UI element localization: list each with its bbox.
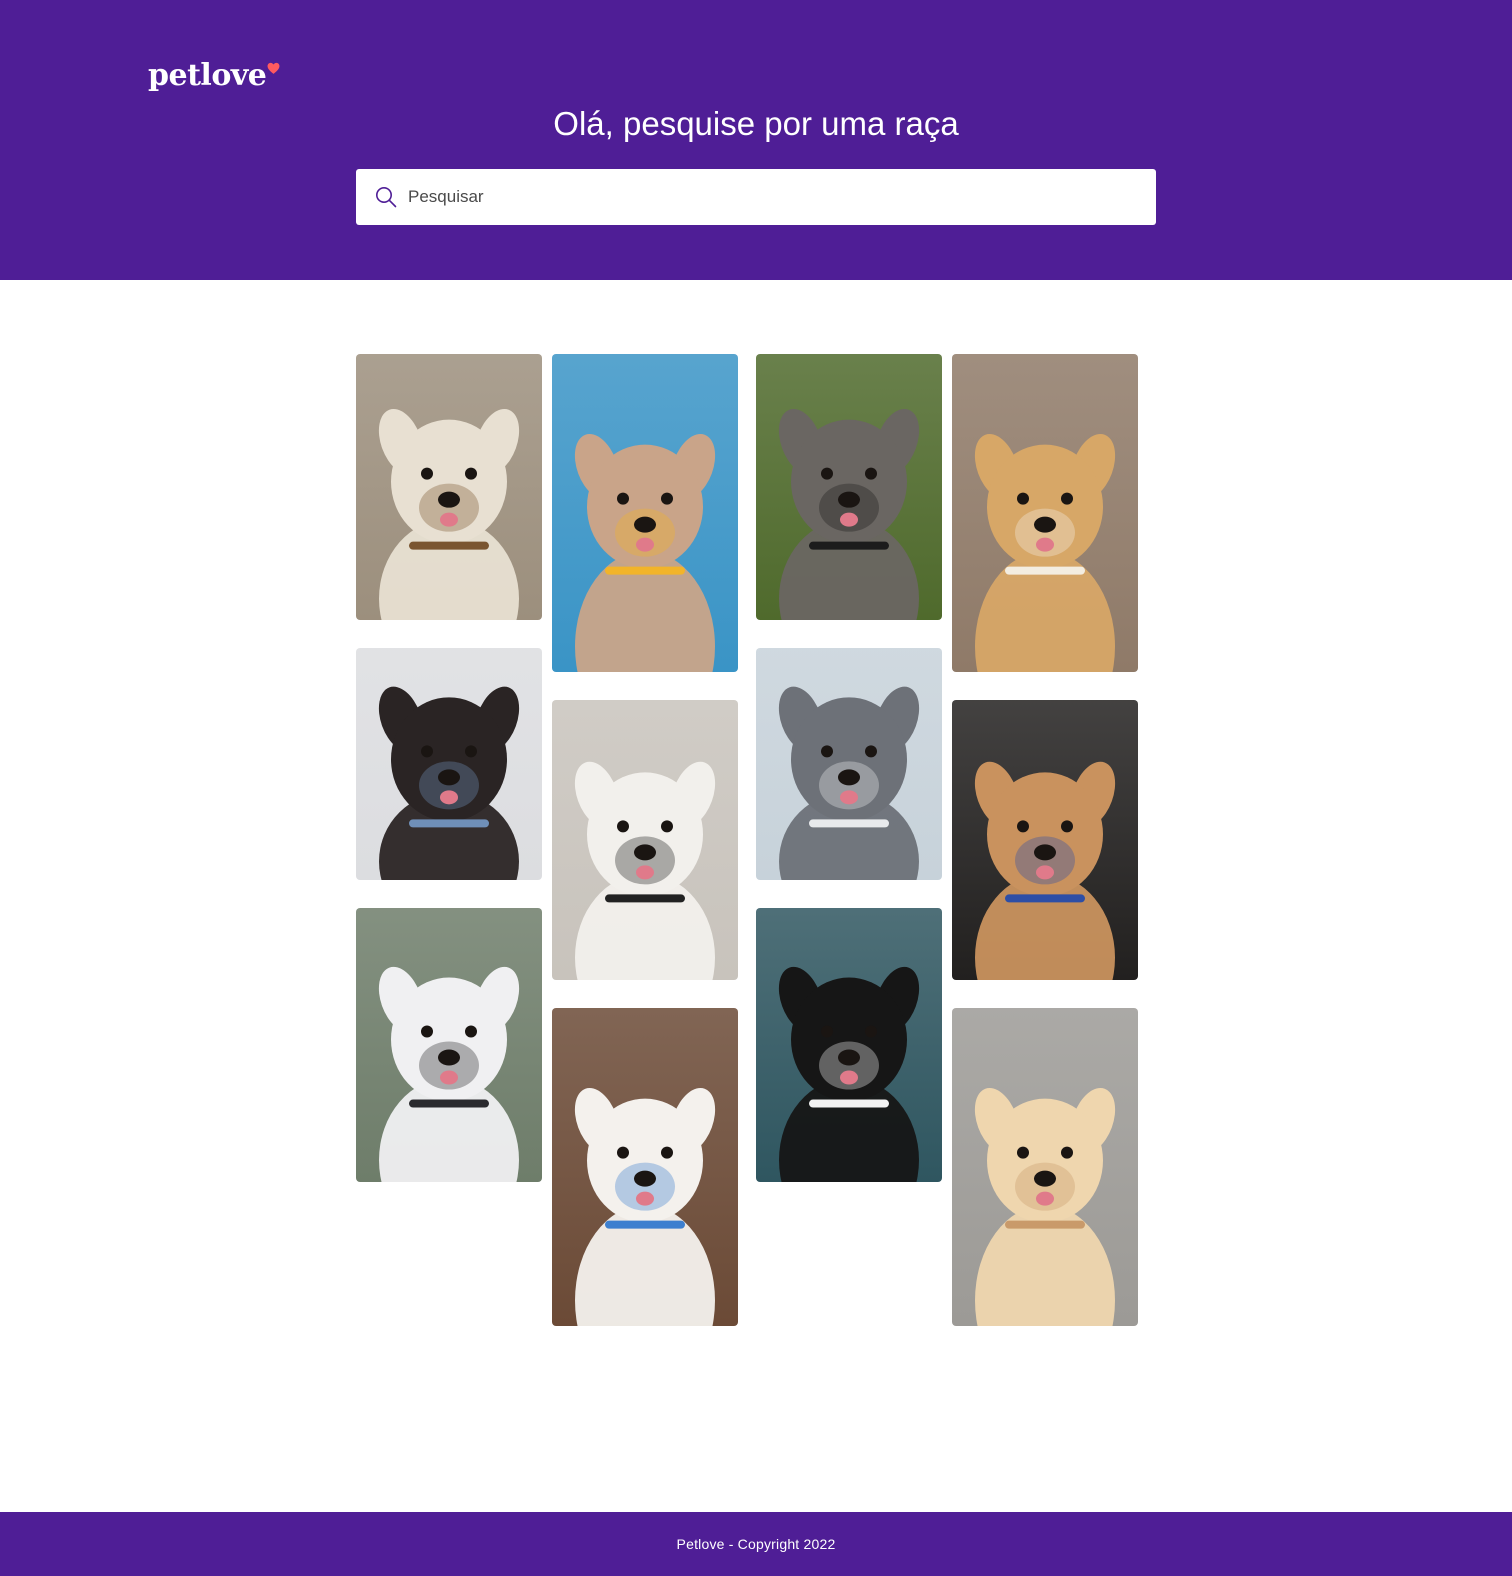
logo-wordmark: petlove — [148, 58, 267, 93]
dog-photo-card[interactable] — [552, 1008, 738, 1326]
heart-icon — [267, 62, 280, 74]
dog-photo-card[interactable] — [356, 648, 542, 880]
petlove-logo[interactable]: petlove — [148, 58, 280, 98]
dog-photo-card[interactable] — [356, 908, 542, 1182]
dog-photo-image — [952, 354, 1138, 672]
dog-photo-card[interactable] — [952, 700, 1138, 980]
dog-photo-image — [756, 354, 942, 620]
dog-photo-card[interactable] — [756, 354, 942, 620]
dog-photo-card[interactable] — [952, 354, 1138, 672]
dog-photo-image — [356, 354, 542, 620]
dog-photo-image — [552, 700, 738, 980]
header: petlove Olá, pesquise por uma raça — [0, 0, 1512, 280]
dog-photo-image — [356, 648, 542, 880]
copyright-text: Petlove - Copyright 2022 — [676, 1536, 836, 1552]
search-input[interactable] — [408, 177, 1128, 217]
dog-photo-card[interactable] — [756, 908, 942, 1182]
dog-photo-image — [756, 648, 942, 880]
dog-photo-image — [952, 700, 1138, 980]
dog-photo-card[interactable] — [552, 354, 738, 672]
dog-photo-card[interactable] — [952, 1008, 1138, 1326]
dog-photo-card[interactable] — [356, 354, 542, 620]
dog-photo-image — [356, 908, 542, 1182]
dog-photo-image — [552, 1008, 738, 1326]
page-title: Olá, pesquise por uma raça — [553, 105, 959, 142]
dog-photo-image — [952, 1008, 1138, 1326]
dog-photo-card[interactable] — [756, 648, 942, 880]
dog-photo-card[interactable] — [552, 700, 738, 980]
dog-photo-image — [756, 908, 942, 1182]
search-icon — [376, 187, 397, 208]
footer: Petlove - Copyright 2022 — [0, 1512, 1512, 1576]
dog-photo-image — [552, 354, 738, 672]
search-bar[interactable] — [356, 169, 1156, 225]
